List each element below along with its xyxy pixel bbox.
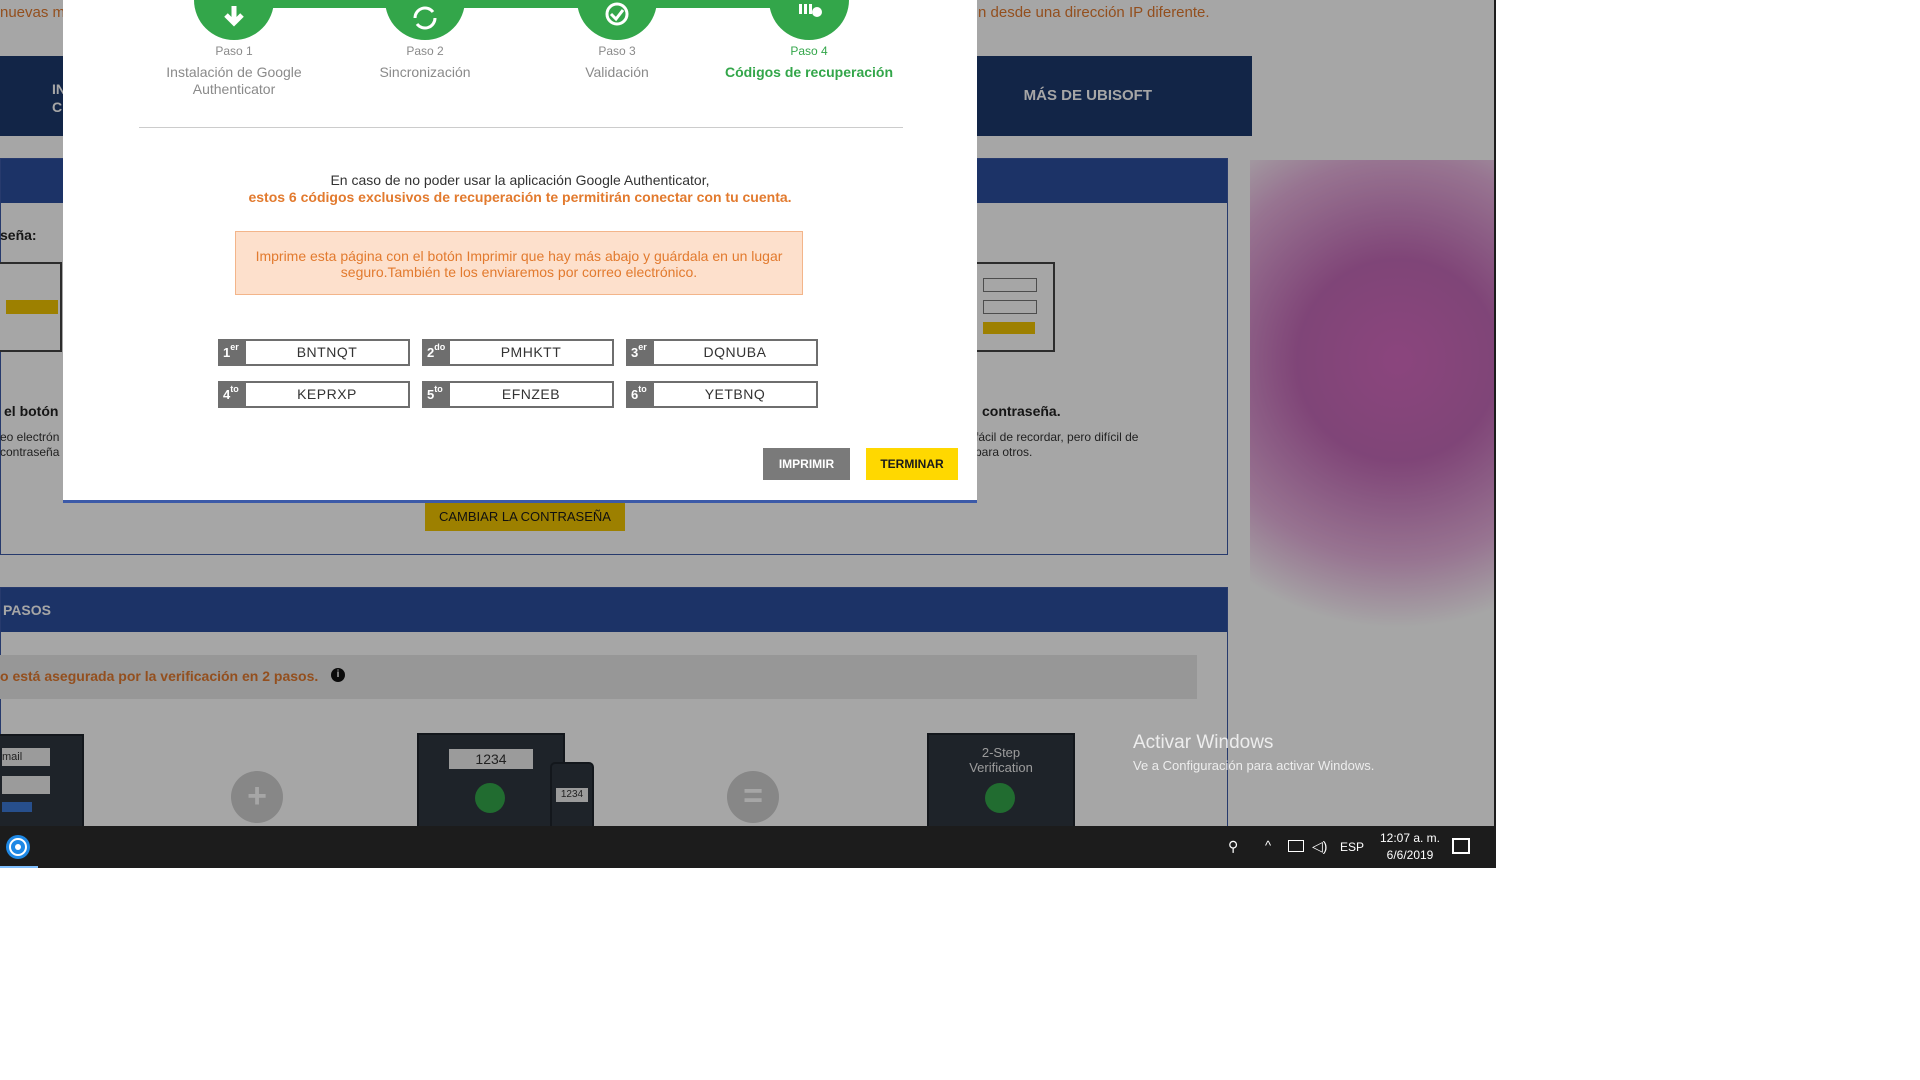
- print-warning: Imprime esta página con el botón Imprimi…: [235, 231, 803, 295]
- recovery-code-2[interactable]: 2do PMHKTT: [422, 339, 614, 366]
- recovery-code-3[interactable]: 3er DQNUBA: [626, 339, 818, 366]
- codes-icon: [769, 0, 849, 40]
- code-2-badge: 2do: [424, 341, 450, 364]
- step-4-number: Paso 4: [790, 44, 828, 58]
- screen-edge: [1494, 0, 1496, 868]
- intro-highlight: estos 6 códigos exclusivos de recuperaci…: [248, 189, 792, 205]
- active-app-indicator: [0, 866, 38, 868]
- code-4-badge: 4to: [220, 383, 246, 406]
- step-2-number: Paso 2: [406, 44, 444, 58]
- step-1-number: Paso 1: [215, 44, 253, 58]
- notifications-icon[interactable]: [1452, 838, 1470, 854]
- recovery-codes-dialog: Paso 1 Instalación de Google Authenticat…: [63, 0, 977, 503]
- activate-subtitle: Ve a Configuración para activar Windows.: [1133, 758, 1375, 773]
- people-icon[interactable]: ⚲: [1228, 838, 1244, 854]
- ubisoft-app-icon[interactable]: [6, 835, 30, 859]
- dialog-divider: [139, 127, 903, 128]
- code-6-badge: 6to: [628, 383, 654, 406]
- finish-button[interactable]: TERMINAR: [866, 448, 958, 480]
- language-indicator[interactable]: ESP: [1340, 826, 1364, 868]
- sync-icon: [385, 0, 465, 40]
- recovery-code-1[interactable]: 1er BNTNQT: [218, 339, 410, 366]
- recovery-code-5[interactable]: 5to EFNZEB: [422, 381, 614, 408]
- code-6-value: YETBNQ: [704, 386, 766, 402]
- print-button[interactable]: IMPRIMIR: [763, 448, 850, 480]
- recovery-code-6[interactable]: 6to YETBNQ: [626, 381, 818, 408]
- step-4-name: Códigos de recuperación: [724, 64, 894, 80]
- step-3: Paso 3 Validación: [517, 0, 717, 81]
- code-1-badge: 1er: [220, 341, 246, 364]
- step-4: Paso 4 Códigos de recuperación: [709, 0, 909, 81]
- recovery-code-4[interactable]: 4to KEPRXP: [218, 381, 410, 408]
- network-icon[interactable]: [1288, 840, 1304, 852]
- activate-title: Activar Windows: [1133, 732, 1274, 753]
- code-3-badge: 3er: [628, 341, 654, 364]
- volume-icon[interactable]: ◁): [1312, 837, 1328, 855]
- code-4-value: KEPRXP: [297, 386, 357, 402]
- intro-text: En caso de no poder usar la aplicación G…: [330, 172, 710, 188]
- windows-taskbar: ⚲ ^ ◁) ESP 12:07 a. m. 6/6/2019: [0, 826, 1496, 868]
- step-2: Paso 2 Sincronización: [325, 0, 525, 81]
- step-1: Paso 1 Instalación de Google Authenticat…: [134, 0, 334, 98]
- code-5-value: EFNZEB: [501, 386, 561, 402]
- clock-date: 6/6/2019: [1386, 848, 1434, 862]
- windows-activation-watermark: Activar Windows Ve a Configuración para …: [1133, 732, 1374, 773]
- download-icon: [194, 0, 274, 40]
- step-3-number: Paso 3: [598, 44, 636, 58]
- clock-time: 12:07 a. m.: [1379, 831, 1441, 845]
- step-1-name: Instalación de Google Authenticator: [166, 64, 302, 97]
- code-5-badge: 5to: [424, 383, 450, 406]
- desktop-screen: nuevas m n desde una dirección IP difere…: [0, 0, 1496, 868]
- code-3-value: DQNUBA: [703, 344, 767, 360]
- step-3-name: Validación: [585, 64, 649, 80]
- check-icon: [577, 0, 657, 40]
- code-2-value: PMHKTT: [500, 344, 562, 360]
- code-1-value: BNTNQT: [296, 344, 358, 360]
- taskbar-clock[interactable]: 12:07 a. m. 6/6/2019: [1375, 830, 1445, 864]
- chevron-up-icon[interactable]: ^: [1265, 838, 1279, 854]
- step-2-name: Sincronización: [379, 64, 471, 80]
